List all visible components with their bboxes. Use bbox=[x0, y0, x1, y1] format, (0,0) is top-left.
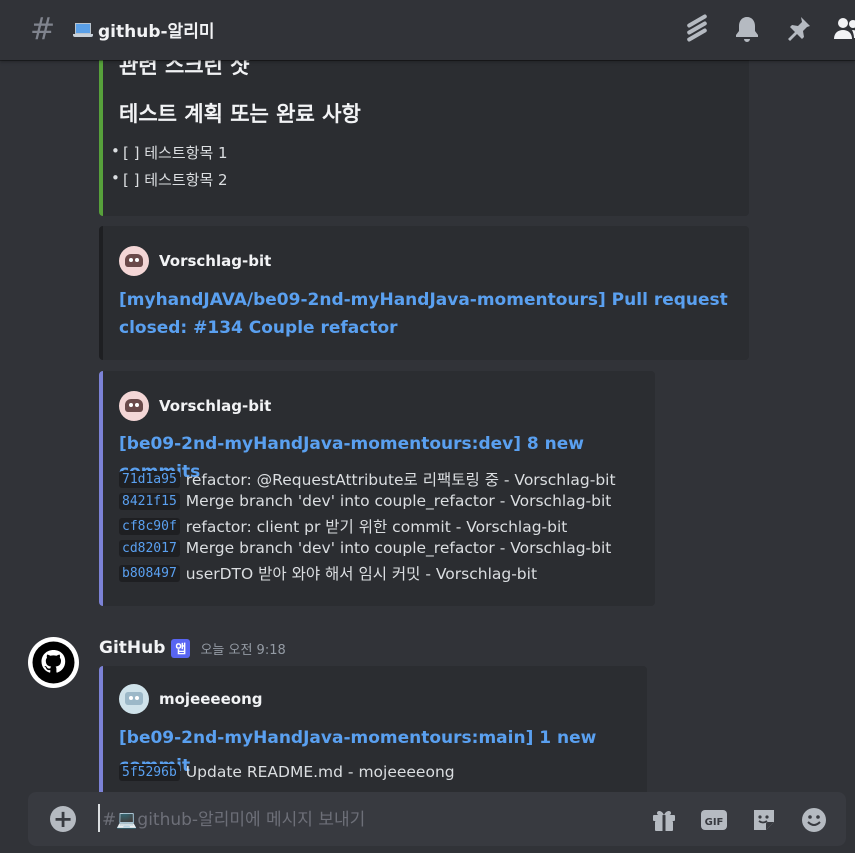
channel-title: github-알리미 bbox=[73, 17, 214, 42]
commits-embed-dev: Vorschlag-bit [be09-2nd-myHandJava-momen… bbox=[99, 371, 655, 606]
commit-message: Update README.md - mojeeeeong bbox=[185, 763, 455, 781]
gif-icon[interactable]: GIF bbox=[700, 806, 728, 834]
avatar bbox=[119, 246, 149, 276]
channel-name: github-알리미 bbox=[98, 22, 215, 42]
pr-closed-embed: Vorschlag-bit [myhandJAVA/be09-2nd-myHan… bbox=[99, 226, 749, 360]
author-name[interactable]: Vorschlag-bit bbox=[159, 397, 271, 415]
section-heading: 테스트 계획 또는 완료 사항 bbox=[119, 102, 361, 126]
commit-message: Merge branch 'dev' into couple_refactor … bbox=[185, 492, 612, 510]
commits-embed-main: mojeeeeong [be09-2nd-myHandJava-momentou… bbox=[99, 666, 647, 796]
commit-sha[interactable]: cf8c90f bbox=[119, 517, 180, 535]
avatar bbox=[119, 391, 149, 421]
commit-message: userDTO 받아 와야 해서 임시 커밋 - Vorschlag-bit bbox=[185, 565, 538, 583]
username[interactable]: GitHub bbox=[99, 638, 165, 658]
sticker-icon[interactable] bbox=[750, 806, 778, 834]
commit-message: Merge branch 'dev' into couple_refactor … bbox=[185, 539, 612, 557]
checklist-item: [ ] 테스트항목 1 bbox=[111, 142, 228, 163]
laptop-icon bbox=[73, 22, 93, 37]
avatar bbox=[119, 684, 149, 714]
channel-header: # github-알리미 bbox=[0, 0, 855, 60]
emoji-icon[interactable] bbox=[800, 806, 828, 834]
author-name[interactable]: Vorschlag-bit bbox=[159, 252, 271, 270]
commit-row: 8421f15 Merge branch 'dev' into couple_r… bbox=[119, 492, 611, 510]
app-badge: 앱 bbox=[171, 638, 191, 658]
timestamp: 오늘 오전 9:18 bbox=[200, 642, 286, 658]
embed-author: mojeeeeong bbox=[119, 684, 263, 714]
message-input-bar: + GIF bbox=[28, 792, 846, 846]
commit-row: b808497 userDTO 받아 와야 해서 임시 커밋 - Vorschl… bbox=[119, 562, 537, 584]
commit-row: cf8c90f refactor: client pr 받기 위한 commit… bbox=[119, 515, 567, 537]
commit-message: refactor: client pr 받기 위한 commit - Vorsc… bbox=[185, 518, 568, 536]
bell-icon[interactable] bbox=[732, 14, 762, 44]
commit-message: refactor: @RequestAttribute로 리팩토링 중 - Vo… bbox=[185, 471, 616, 489]
add-attachment-button[interactable]: + bbox=[50, 806, 76, 832]
commit-sha[interactable]: b808497 bbox=[119, 564, 180, 582]
pin-icon[interactable] bbox=[783, 14, 813, 44]
gif-label: GIF bbox=[705, 817, 724, 828]
pr-link-line2[interactable]: closed: #134 Couple refactor bbox=[119, 314, 728, 342]
commit-sha[interactable]: 71d1a95 bbox=[119, 470, 180, 488]
github-avatar[interactable] bbox=[28, 637, 79, 688]
pr-link-line1[interactable]: [myhandJAVA/be09-2nd-myHandJava-momentou… bbox=[119, 286, 728, 314]
github-logo-icon bbox=[32, 641, 75, 684]
embed-author: Vorschlag-bit bbox=[119, 246, 271, 276]
embed-author: Vorschlag-bit bbox=[119, 391, 271, 421]
commit-row: 5f5296b Update README.md - mojeeeeong bbox=[119, 763, 455, 781]
author-name[interactable]: mojeeeeong bbox=[159, 690, 263, 708]
pr-body-embed: 관련 스크린 샷 테스트 계획 또는 완료 사항 [ ] 테스트항목 1 [ ]… bbox=[99, 40, 749, 216]
commit-row: 71d1a95 refactor: @RequestAttribute로 리팩토… bbox=[119, 468, 616, 490]
threads-icon[interactable] bbox=[682, 14, 712, 44]
channel-hash-icon: # bbox=[30, 12, 56, 47]
pr-link[interactable]: [myhandJAVA/be09-2nd-myHandJava-momentou… bbox=[119, 286, 728, 342]
gift-icon[interactable] bbox=[650, 806, 678, 834]
message-input[interactable] bbox=[100, 806, 624, 834]
message-header: GitHub 앱 오늘 오전 9:18 bbox=[99, 638, 286, 658]
members-icon[interactable] bbox=[832, 14, 855, 44]
commit-row: cd82017 Merge branch 'dev' into couple_r… bbox=[119, 539, 611, 557]
checklist-item: [ ] 테스트항목 2 bbox=[111, 169, 228, 190]
commit-sha[interactable]: 5f5296b bbox=[119, 763, 180, 781]
commit-sha[interactable]: cd82017 bbox=[119, 539, 180, 557]
commit-sha[interactable]: 8421f15 bbox=[119, 492, 180, 510]
